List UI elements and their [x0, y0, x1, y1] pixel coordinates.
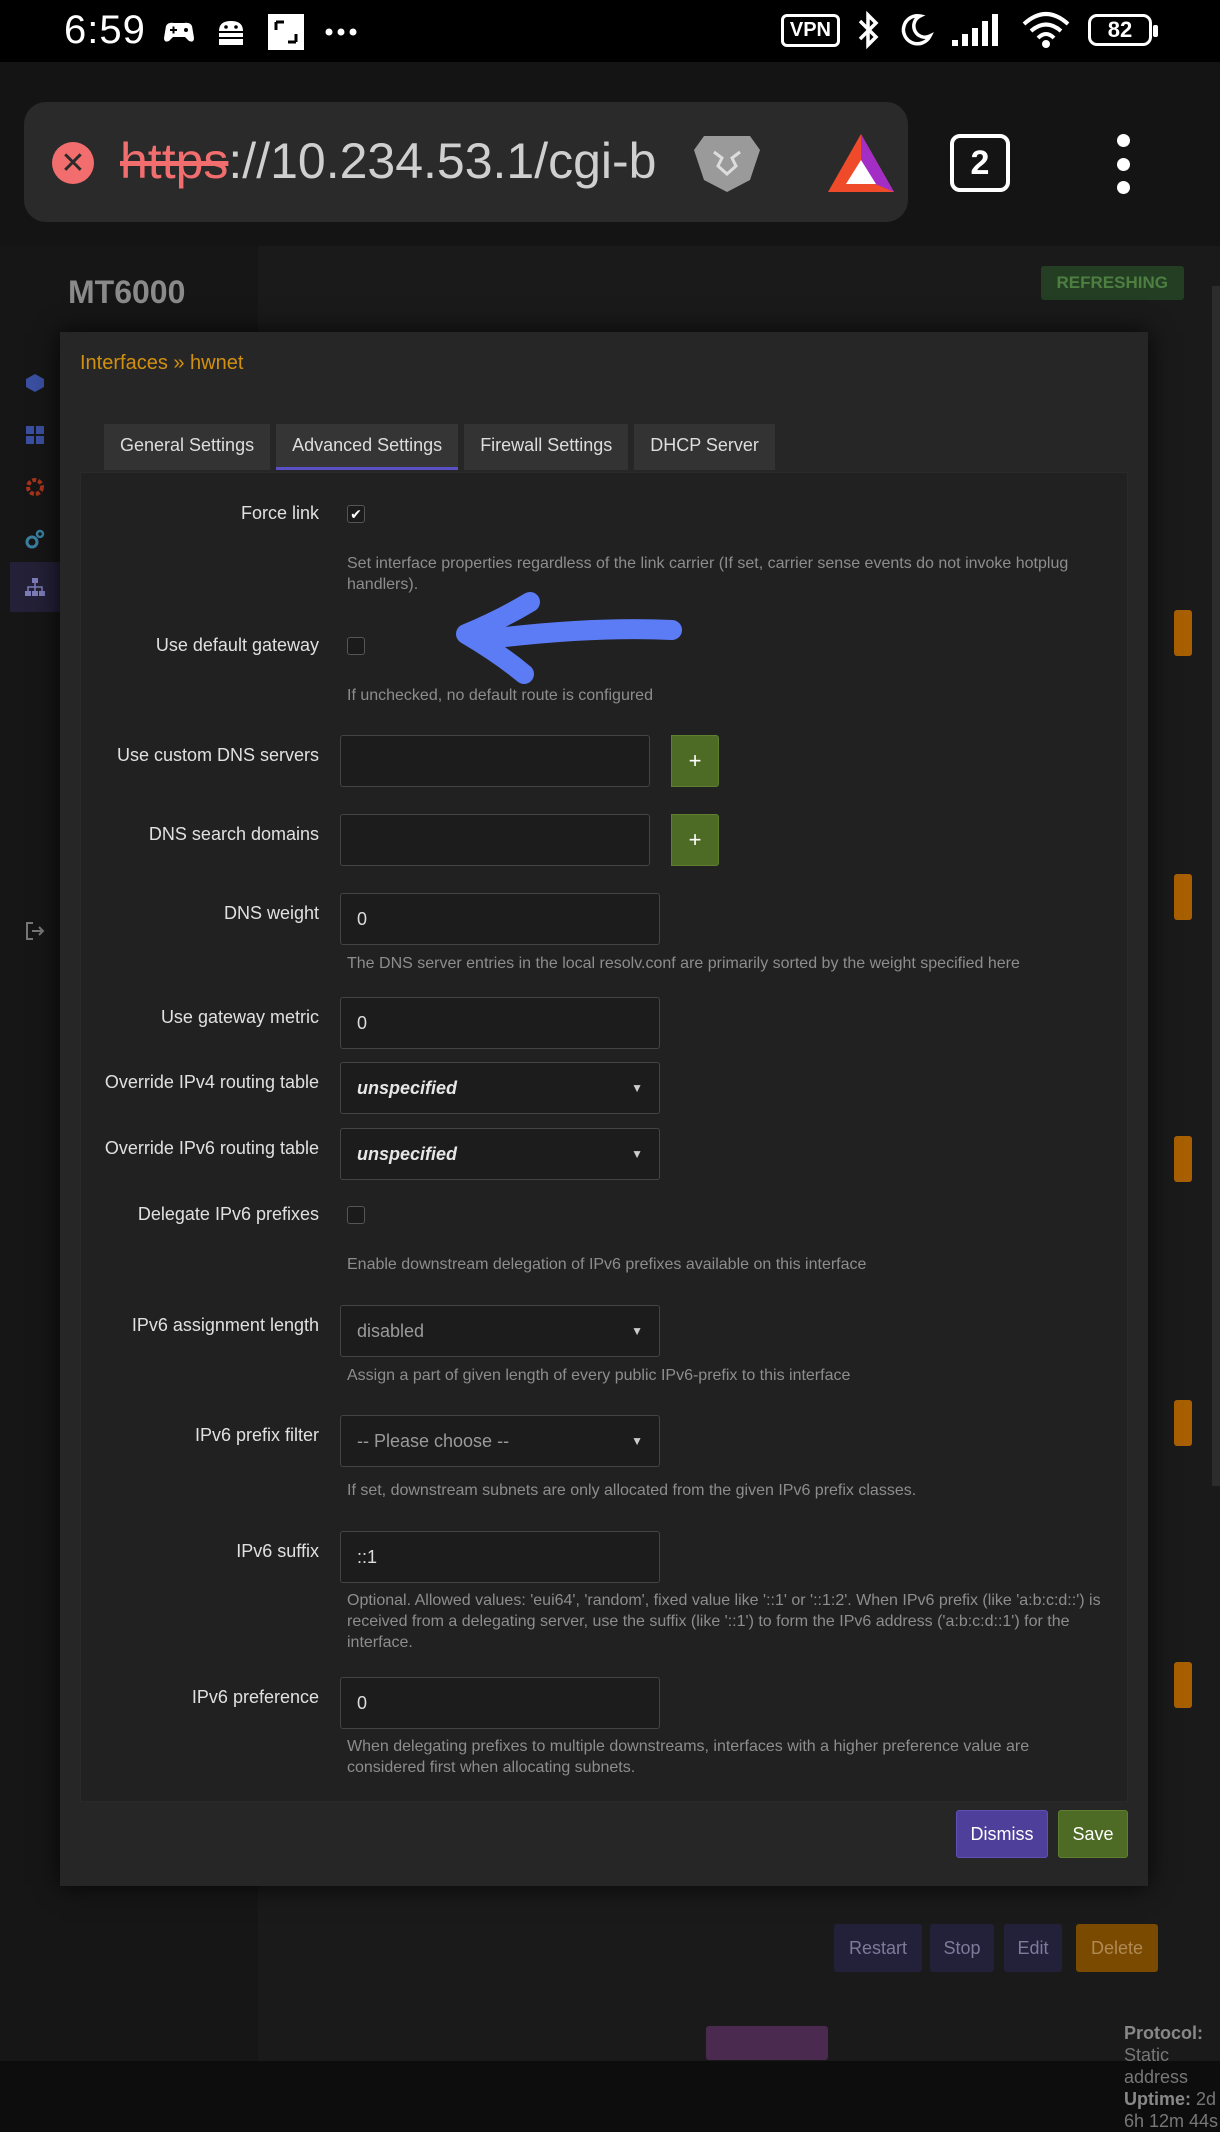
dns-search-label: DNS search domains [148, 824, 319, 844]
ipv4-table-label: Override IPv4 routing table [104, 1072, 319, 1092]
stop-button[interactable]: Stop [930, 1924, 994, 1972]
custom-dns-label: Use custom DNS servers [116, 745, 319, 765]
dashboard-icon[interactable] [24, 424, 46, 446]
ipv6-preference-hint: When delegating prefixes to multiple dow… [347, 1738, 1030, 1776]
restart-button[interactable]: Restart [834, 1924, 922, 1972]
tab-advanced-settings[interactable]: Advanced Settings [276, 424, 459, 470]
network-tree-icon [25, 578, 45, 596]
dns-weight-hint: The DNS server entries in the local reso… [347, 955, 1020, 972]
ipv4-table-select[interactable]: unspecified ▼ [340, 1062, 660, 1114]
refreshing-badge: REFRESHING [1040, 266, 1184, 300]
ipv6-assign-length-select[interactable]: disabled ▼ [340, 1305, 660, 1357]
force-link-label: Force link [240, 503, 319, 523]
interface-status: Protocol: Static address Uptime: 2d 6h 1… [1124, 2023, 1219, 2131]
ipv6-table-label: Override IPv6 routing table [104, 1138, 319, 1158]
chevron-down-icon: ▼ [631, 1434, 643, 1448]
tab-dhcp-server[interactable]: DHCP Server [634, 424, 775, 470]
ipv6-suffix-input[interactable]: ::1 [340, 1531, 660, 1583]
url-text[interactable]: https://10.234.53.1/cgi-b [120, 132, 660, 190]
android-icon [219, 21, 243, 45]
insecure-warning-icon[interactable]: ✕ [52, 142, 94, 184]
clock: 6:59 [64, 8, 146, 52]
ipv6-preference-label: IPv6 preference [191, 1687, 319, 1707]
default-gateway-checkbox[interactable] [347, 637, 365, 655]
ipv4-table-value: unspecified [357, 1077, 458, 1098]
wifi-icon [1022, 12, 1070, 48]
interface-edit-modal: Interfaces » hwnet General Settings Adva… [60, 332, 1148, 1886]
ipv6-prefix-filter-label: IPv6 prefix filter [194, 1425, 319, 1445]
default-gateway-label: Use default gateway [155, 635, 319, 655]
ipv6-suffix-label: IPv6 suffix [236, 1541, 319, 1561]
ipv6-preference-input[interactable]: 0 [340, 1677, 660, 1729]
game-controller-icon [164, 22, 194, 42]
brave-shields-icon[interactable] [690, 130, 764, 194]
ipv6-prefix-filter-select[interactable]: -- Please choose -- ▼ [340, 1415, 660, 1467]
chevron-down-icon: ▼ [631, 1081, 643, 1095]
tab-switcher-button[interactable]: 2 [950, 134, 1010, 192]
save-button[interactable]: Save [1058, 1810, 1128, 1858]
ipv6-suffix-hint: Optional. Allowed values: 'eui64', 'rand… [347, 1592, 1101, 1651]
edit-button[interactable]: Edit [1004, 1924, 1062, 1972]
tab-general-settings[interactable]: General Settings [104, 424, 271, 470]
bluetooth-icon [858, 10, 879, 50]
delete-button[interactable]: Delete [1076, 1924, 1158, 1972]
ipv6-assign-length-label: IPv6 assignment length [131, 1315, 319, 1335]
brave-rewards-icon[interactable] [824, 130, 898, 196]
scrollbar[interactable] [1212, 286, 1220, 1486]
vpn-badge: VPN [780, 13, 840, 47]
ipv6-table-value: unspecified [357, 1143, 458, 1164]
signal-icon [952, 14, 998, 46]
ipv6-prefix-filter-value: -- Please choose -- [357, 1430, 510, 1451]
annotation-arrow-icon [456, 592, 682, 684]
gateway-metric-label: Use gateway metric [160, 1007, 319, 1027]
add-dns-server-button[interactable]: + [671, 735, 719, 787]
ipv6-assign-length-value: disabled [357, 1320, 425, 1341]
browser-toolbar: ✕ https://10.234.53.1/cgi-b 2 [0, 62, 1220, 246]
brand-logo[interactable]: MT6000 [68, 274, 185, 311]
delegate-ipv6-hint: Enable downstream delegation of IPv6 pre… [347, 1256, 867, 1273]
system-gear-icon[interactable] [24, 476, 46, 498]
url-scheme: https [120, 133, 229, 189]
interface-badge [706, 2026, 828, 2060]
dns-weight-label: DNS weight [223, 903, 319, 923]
chevron-down-icon: ▼ [631, 1147, 643, 1161]
delegate-ipv6-label: Delegate IPv6 prefixes [137, 1204, 319, 1224]
ipv6-assign-length-hint: Assign a part of given length of every p… [347, 1367, 851, 1384]
screenshot-icon [268, 14, 304, 50]
modal-tabs: General Settings Advanced Settings Firew… [104, 424, 775, 470]
address-bar[interactable]: ✕ https://10.234.53.1/cgi-b [24, 102, 908, 222]
force-link-checkbox[interactable]: ✔ [347, 505, 365, 523]
moon-icon [901, 14, 934, 46]
force-link-hint: Set interface properties regardless of t… [347, 555, 1069, 593]
custom-dns-input[interactable] [340, 735, 650, 787]
delegate-ipv6-checkbox[interactable] [347, 1206, 365, 1224]
modal-title: Interfaces » hwnet [80, 352, 244, 374]
ipv6-table-select[interactable]: unspecified ▼ [340, 1128, 660, 1180]
logout-icon[interactable] [24, 920, 46, 942]
url-host: ://10.234.53.1/cgi-b [228, 133, 657, 189]
status-cube-icon[interactable] [24, 372, 46, 394]
more-dots-icon [325, 28, 357, 36]
dns-weight-input[interactable]: 0 [340, 893, 660, 945]
tab-firewall-settings[interactable]: Firewall Settings [464, 424, 629, 470]
add-search-domain-button[interactable]: + [671, 814, 719, 866]
chevron-down-icon: ▼ [631, 1324, 643, 1338]
dns-search-input[interactable] [340, 814, 650, 866]
status-bar: 6:59 VPN 82 [0, 0, 1220, 62]
browser-menu-icon[interactable] [1110, 134, 1136, 194]
dismiss-button[interactable]: Dismiss [956, 1810, 1048, 1858]
battery-indicator: 82 [1088, 14, 1158, 46]
ipv6-prefix-filter-hint: If set, downstream subnets are only allo… [347, 1482, 917, 1499]
services-gears-icon[interactable] [24, 528, 46, 550]
gateway-metric-input[interactable]: 0 [340, 997, 660, 1049]
